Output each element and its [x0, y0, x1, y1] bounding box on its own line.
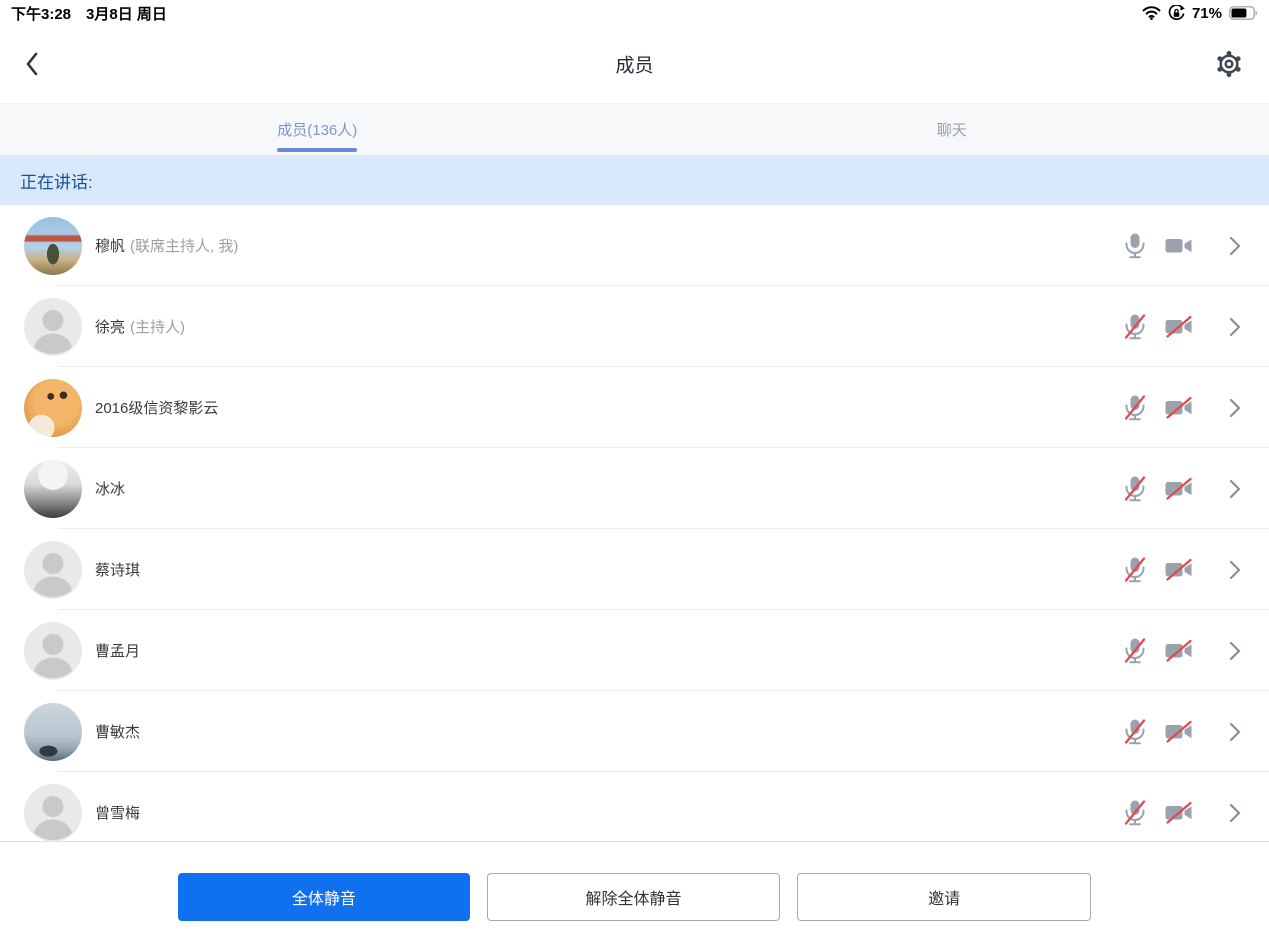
- status-left: 下午3:28 3月8日 周日: [11, 3, 167, 24]
- member-avatar: [24, 459, 82, 518]
- member-name: 蔡诗琪: [95, 562, 141, 579]
- footer-bar: 全体静音 解除全体静音 邀请: [0, 841, 1269, 952]
- chevron-right-icon: [1229, 722, 1241, 741]
- member-name: 穆帆: [95, 238, 126, 255]
- chevron-right-icon: [1229, 560, 1241, 579]
- member-avatar: [24, 297, 82, 356]
- member-row[interactable]: 蔡诗琪: [0, 529, 1269, 610]
- mic-icon: [1124, 314, 1146, 340]
- mic-icon: [1124, 800, 1146, 826]
- speaking-banner-text: 正在讲话:: [20, 172, 93, 192]
- battery-icon: [1229, 6, 1258, 20]
- mute-all-button[interactable]: 全体静音: [178, 873, 470, 921]
- wifi-icon: [1142, 6, 1161, 20]
- tab-chat-label: 聊天: [936, 122, 967, 139]
- unmute-all-button[interactable]: 解除全体静音: [486, 873, 781, 921]
- status-bar: 下午3:28 3月8日 周日 71%: [0, 0, 1269, 24]
- mic-icon: [1124, 557, 1146, 583]
- header: 成员: [0, 24, 1269, 103]
- page-title: 成员: [615, 55, 654, 76]
- member-name: 曾雪梅: [95, 805, 141, 822]
- member-name: 徐亮: [95, 319, 126, 336]
- tab-members[interactable]: 成员(136人): [0, 104, 635, 155]
- member-row[interactable]: 冰冰: [0, 448, 1269, 529]
- mic-icon: [1124, 476, 1146, 502]
- mic-icon: [1124, 719, 1146, 745]
- member-row[interactable]: 曹孟月: [0, 610, 1269, 691]
- camera-icon: [1165, 639, 1192, 662]
- gear-icon: [1214, 49, 1244, 79]
- camera-icon: [1165, 396, 1192, 419]
- member-name: 曹敏杰: [95, 724, 141, 741]
- settings-button[interactable]: [1214, 49, 1244, 79]
- active-tab-underline: [277, 148, 358, 152]
- member-name: 曹孟月: [95, 643, 141, 660]
- member-avatar: [24, 702, 82, 761]
- camera-icon: [1165, 238, 1192, 252]
- member-row[interactable]: 徐亮 (主持人): [0, 286, 1269, 367]
- speaking-banner: 正在讲话:: [0, 155, 1269, 205]
- member-role: (主持人): [130, 319, 186, 336]
- member-avatar: [24, 378, 82, 437]
- chevron-right-icon: [1229, 236, 1241, 255]
- chevron-right-icon: [1229, 398, 1241, 417]
- status-time: 下午3:28: [11, 5, 72, 23]
- status-date: 3月8日 周日: [86, 5, 167, 23]
- member-avatar: [24, 540, 82, 599]
- camera-icon: [1165, 477, 1192, 500]
- tab-members-label: 成员(136人): [277, 122, 358, 139]
- member-name: 2016级信资黎影云: [95, 400, 219, 417]
- camera-icon: [1165, 801, 1192, 824]
- member-list: 穆帆 (联席主持人, 我) 徐亮 (主持人) 2016级信资黎影云 冰冰 蔡诗琪…: [0, 205, 1269, 841]
- orientation-lock-icon: [1168, 4, 1185, 22]
- chevron-right-icon: [1229, 317, 1241, 336]
- tab-bar: 成员(136人) 聊天: [0, 103, 1269, 155]
- battery-percent: 71%: [1191, 4, 1222, 22]
- member-avatar: [24, 621, 82, 680]
- status-right: 71%: [1142, 4, 1258, 22]
- chevron-right-icon: [1229, 803, 1241, 822]
- mic-icon: [1125, 233, 1145, 259]
- invite-button[interactable]: 邀请: [797, 873, 1092, 921]
- member-role: (联席主持人, 我): [130, 238, 239, 255]
- member-row[interactable]: 曹敏杰: [0, 691, 1269, 772]
- member-row[interactable]: 2016级信资黎影云: [0, 367, 1269, 448]
- camera-icon: [1165, 315, 1192, 338]
- mic-icon: [1124, 395, 1146, 421]
- member-row[interactable]: 曾雪梅: [0, 772, 1269, 841]
- member-name: 冰冰: [95, 481, 126, 498]
- member-avatar: [24, 216, 82, 275]
- chevron-right-icon: [1229, 479, 1241, 498]
- member-avatar: [24, 783, 82, 841]
- mic-icon: [1124, 638, 1146, 664]
- camera-icon: [1165, 720, 1192, 743]
- chevron-right-icon: [1229, 641, 1241, 660]
- camera-icon: [1165, 558, 1192, 581]
- member-row[interactable]: 穆帆 (联席主持人, 我): [0, 205, 1269, 286]
- tab-chat[interactable]: 聊天: [635, 104, 1269, 155]
